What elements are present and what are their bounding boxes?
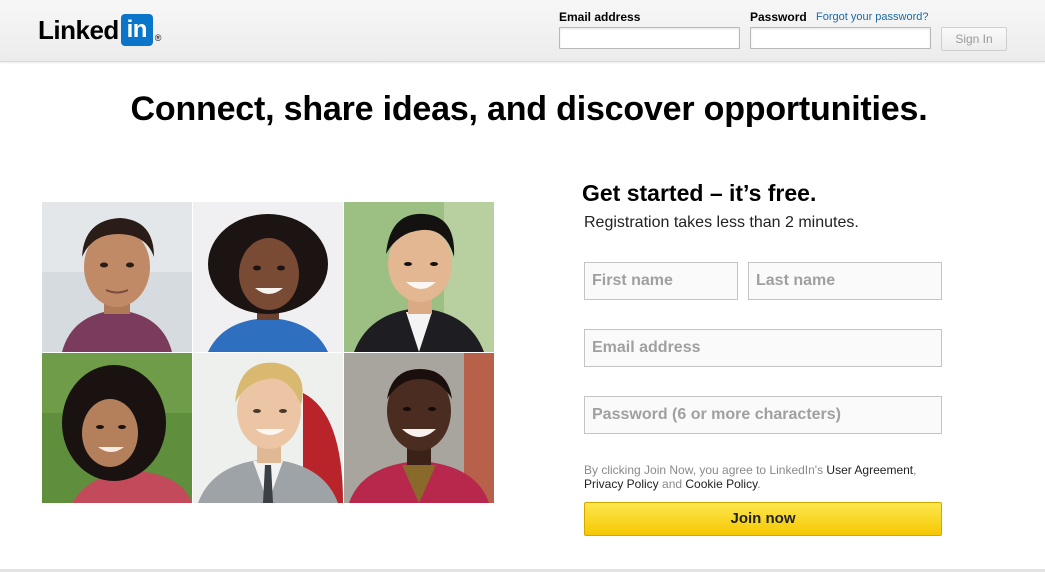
signup-subtitle: Registration takes less than 2 minutes. (584, 214, 859, 231)
login-email-label: Email address (559, 10, 641, 24)
member-photo (193, 202, 343, 352)
sign-in-button[interactable]: Sign In (941, 27, 1007, 51)
top-bar: Linked in ® Email address Password Forgo… (0, 0, 1045, 62)
login-email-input[interactable] (559, 27, 740, 49)
logo-box: in (120, 14, 153, 46)
terms-comma: , (913, 463, 917, 477)
member-photo (344, 353, 494, 503)
page-headline: Connect, share ideas, and discover oppor… (130, 90, 928, 128)
member-photo (42, 353, 192, 503)
member-photo (344, 202, 494, 352)
user-agreement-link[interactable]: User Agreement (826, 463, 913, 477)
terms-prefix: By clicking Join Now, you agree to Linke… (584, 463, 827, 477)
first-name-field[interactable]: First name (584, 262, 738, 300)
registered-mark: ® (154, 33, 162, 43)
login-password-input[interactable] (750, 27, 931, 49)
email-field[interactable]: Email address (584, 329, 942, 367)
signup-title: Get started – it’s free. (582, 180, 817, 206)
forgot-password-link[interactable]: Forgot your password? (816, 11, 929, 23)
member-photo-grid (42, 202, 494, 503)
last-name-field[interactable]: Last name (748, 262, 942, 300)
join-now-button[interactable]: Join now (584, 502, 942, 536)
login-password-label: Password (750, 10, 807, 24)
terms-and: and (658, 477, 686, 491)
logo-text: Linked (38, 14, 119, 45)
member-photo (42, 202, 192, 352)
member-photo (193, 353, 343, 503)
cookie-policy-link[interactable]: Cookie Policy (685, 477, 757, 491)
password-field[interactable]: Password (6 or more characters) (584, 396, 942, 434)
terms-text: By clicking Join Now, you agree to Linke… (584, 463, 964, 491)
privacy-policy-link[interactable]: Privacy Policy (584, 477, 659, 491)
linkedin-logo[interactable]: Linked in ® (38, 12, 161, 48)
terms-period: . (757, 477, 761, 491)
